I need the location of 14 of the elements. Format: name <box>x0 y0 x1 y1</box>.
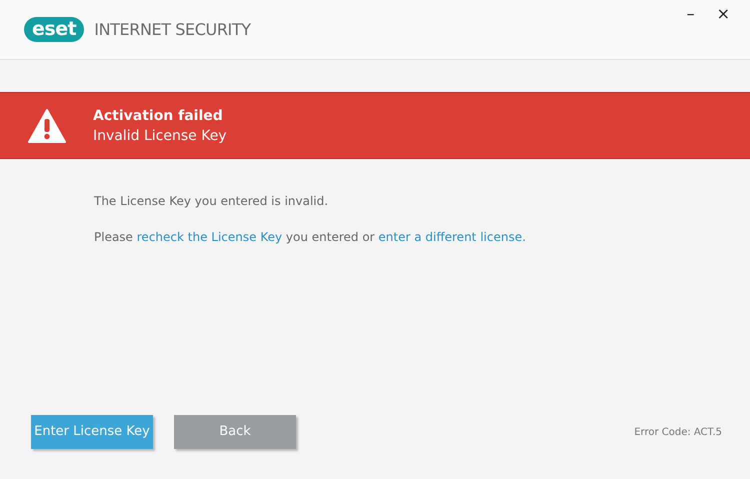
message-text: The License Key you entered is invalid. <box>94 193 330 210</box>
alert-title: Activation failed <box>93 106 224 126</box>
warning-icon <box>28 108 66 142</box>
link[interactable]: enter a different license. <box>378 230 526 244</box>
error-code: Error Code: ACT.5 <box>634 426 722 440</box>
product-name: INTERNET SECURITY <box>94 18 251 40</box>
enter-license-key-button[interactable]: Enter License Key <box>31 415 153 449</box>
close-button[interactable]: × <box>716 6 730 22</box>
back-button[interactable]: Back <box>174 415 296 449</box>
alert-subtitle: Invalid License Key <box>93 126 227 146</box>
minimize-button[interactable]: – <box>686 6 695 22</box>
link[interactable]: recheck the License Key <box>136 230 282 244</box>
hint-text: Please recheck the License Key you entered or enter a different license. <box>94 229 527 246</box>
logo: eset <box>24 17 84 42</box>
